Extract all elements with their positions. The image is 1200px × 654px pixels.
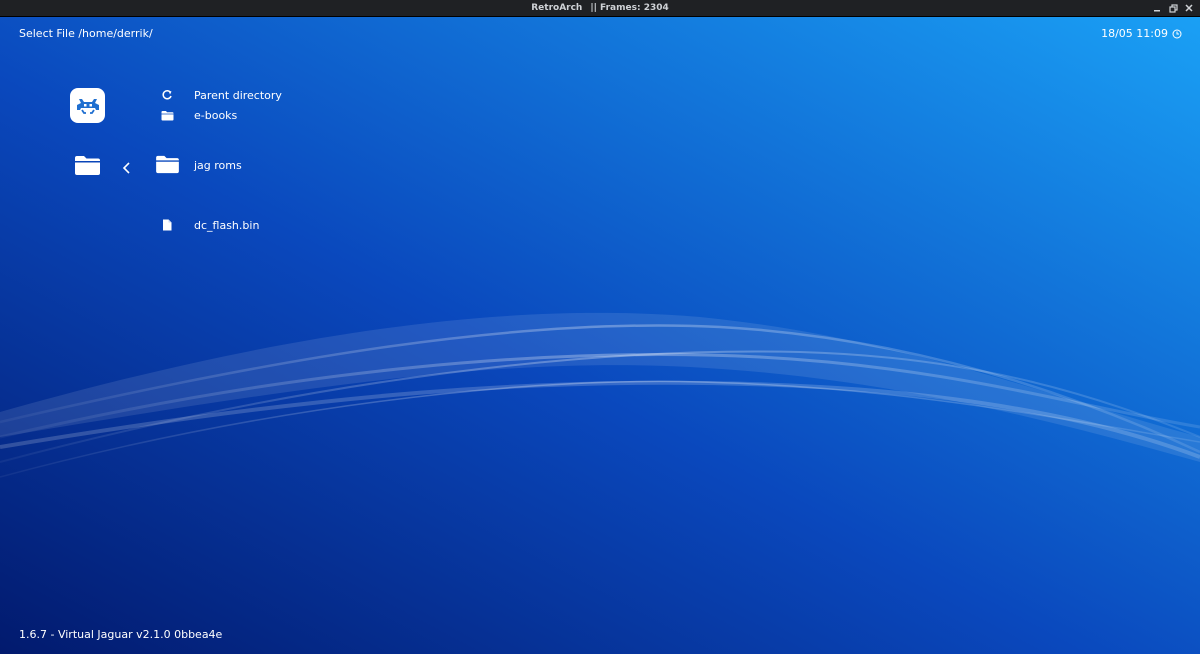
menu-title: Select File /home/derrik/ — [19, 27, 153, 40]
file-browser-folder-icon[interactable] — [74, 154, 101, 180]
menu-background — [0, 17, 1200, 654]
list-item-label: jag roms — [194, 158, 242, 172]
core-version-info: 1.6.7 - Virtual Jaguar v2.1.0 0bbea4e — [19, 628, 223, 641]
clock-text: 18/05 11:09 — [1101, 27, 1168, 40]
window-title: RetroArch — [531, 3, 583, 13]
list-item-label: Parent directory — [194, 88, 282, 102]
folder-icon — [160, 108, 174, 122]
window-titlebar: RetroArch || Frames: 2304 — [0, 0, 1200, 17]
close-button[interactable] — [1182, 1, 1196, 15]
window-controls — [1148, 0, 1196, 16]
maximize-button[interactable] — [1166, 1, 1180, 15]
clock: 18/05 11:09 — [1101, 27, 1182, 40]
frames-counter: || Frames: 2304 — [590, 3, 669, 13]
file-icon — [161, 218, 173, 232]
minimize-button[interactable] — [1150, 1, 1164, 15]
list-item-label: e-books — [194, 108, 238, 122]
refresh-icon — [160, 88, 174, 102]
minimize-icon — [1154, 10, 1160, 12]
close-icon — [1185, 4, 1193, 12]
restore-icon — [1168, 3, 1178, 13]
retroarch-logo-icon[interactable] — [70, 88, 105, 123]
folder-icon — [154, 153, 180, 175]
chevron-left-icon[interactable] — [122, 159, 132, 178]
list-item-label: dc_flash.bin — [194, 218, 260, 232]
clock-icon — [1172, 29, 1182, 38]
